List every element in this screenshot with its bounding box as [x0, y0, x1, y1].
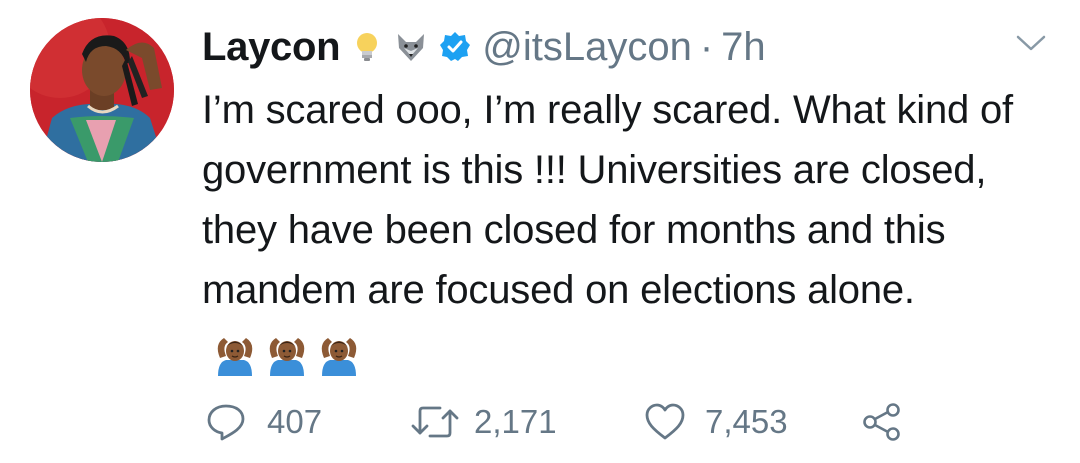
- retweet-count: 2,171: [474, 403, 557, 440]
- heart-icon: [643, 401, 687, 443]
- tweet-actions: 407 2,171 7,453: [205, 400, 925, 444]
- lightbulb-icon: [350, 30, 384, 64]
- retweet-button[interactable]: 2,171: [410, 400, 557, 444]
- reply-count: 407: [267, 403, 323, 440]
- share-icon: [860, 401, 904, 443]
- share-button[interactable]: [860, 400, 904, 444]
- reply-icon: [205, 401, 247, 443]
- man-gesturing-ok-emoji: [316, 332, 362, 378]
- separator-dot: ·: [699, 24, 714, 69]
- like-count: 7,453: [705, 403, 788, 440]
- display-name[interactable]: Laycon: [202, 25, 341, 70]
- like-button[interactable]: 7,453: [643, 400, 788, 444]
- tweet-text: I’m scared ooo, I’m really scared. What …: [202, 88, 1013, 312]
- retweet-icon: [410, 401, 460, 443]
- handle[interactable]: @itsLaycon: [482, 25, 692, 70]
- verified-badge-icon: [438, 30, 472, 64]
- wolf-icon: [394, 30, 428, 64]
- emoji-group: [212, 322, 368, 382]
- timestamp[interactable]: 7h: [721, 25, 766, 70]
- avatar[interactable]: [30, 18, 174, 162]
- tweet-body: I’m scared ooo, I’m really scared. What …: [202, 80, 1052, 382]
- man-gesturing-ok-emoji: [264, 332, 310, 378]
- tweet-card[interactable]: Laycon @itsLaycon · 7h I’m scared ooo, I…: [0, 0, 1080, 463]
- chevron-down-icon[interactable]: [1016, 34, 1046, 52]
- tweet-header: Laycon @itsLaycon · 7h: [202, 22, 766, 72]
- man-gesturing-ok-emoji: [212, 332, 258, 378]
- reply-button[interactable]: 407: [205, 400, 322, 444]
